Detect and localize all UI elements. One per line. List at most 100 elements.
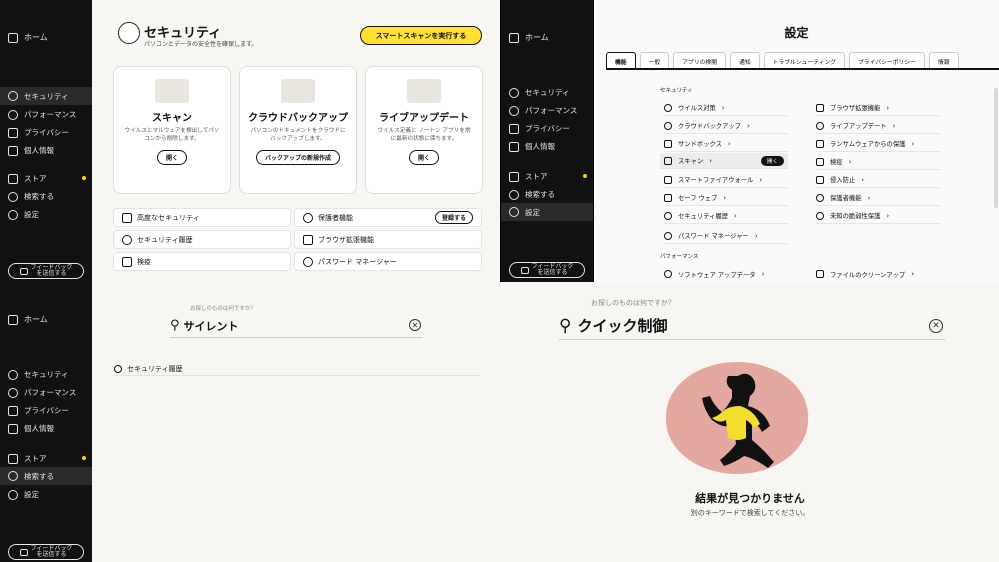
chat-icon [19, 267, 28, 275]
setting-ransomware[interactable]: ランサムウェアからの保護 › [816, 136, 940, 152]
search-input[interactable]: サイレント [184, 318, 239, 334]
chat-icon [19, 548, 28, 556]
family-icon [816, 193, 824, 202]
open-scan-pill[interactable]: 開く [760, 155, 784, 166]
sidebar-home[interactable]: ホーム [8, 314, 48, 325]
search-icon [8, 471, 18, 481]
tab-troubleshooting[interactable]: トラブルシューティング [763, 52, 846, 68]
row-quarantine[interactable]: 検疫 [113, 252, 291, 271]
setting-software-updater[interactable]: ソフトウェア アップデータ › [664, 266, 788, 282]
search-field[interactable]: ⚲ クイック制御 ✕ [559, 312, 945, 340]
section-heading-security: セキュリティ [660, 88, 693, 94]
row-advanced-security[interactable]: 高度なセキュリティ [113, 208, 291, 227]
row-parental[interactable]: 保護者機能 登録する [294, 208, 482, 227]
card-title: クラウドバックアップ [248, 113, 348, 124]
sidebar-item-settings[interactable]: 設定 [8, 489, 86, 500]
sidebar-item-performance[interactable]: パフォーマンス [8, 109, 86, 120]
clear-search-icon[interactable]: ✕ [409, 319, 421, 331]
sidebar-item-identity[interactable]: 個人情報 [509, 141, 587, 152]
sidebar-home[interactable]: ホーム [8, 32, 48, 43]
row-browser-extension[interactable]: ブラウザ拡張機能 [294, 230, 482, 249]
security-shield-icon [118, 22, 140, 44]
card-scan[interactable]: スキャン ウイルスとマルウェアを検出してパソコンから削除します。 開く [113, 66, 231, 194]
clear-search-icon[interactable]: ✕ [929, 319, 943, 333]
feedback-button[interactable]: フィードバック を送信する [8, 544, 84, 560]
sidebar-item-identity[interactable]: 個人情報 [8, 423, 86, 434]
search-field[interactable]: ⚲ サイレント ✕ [170, 314, 423, 338]
search-icon [8, 191, 18, 202]
no-results-panel: お探しのものは何ですか？ ⚲ クイック制御 ✕ 結果が見つかりません 別のキーワ… [501, 282, 999, 562]
tab-privacy-policy[interactable]: プライバシーポリシー [849, 52, 925, 68]
browser-icon [664, 193, 672, 202]
open-scan-button[interactable]: 開く [156, 150, 187, 165]
tab-general[interactable]: 一般 [639, 52, 670, 68]
settings-panel: 設定 機能 一般 アプリの検閲 通知 トラブルシューティング プライバシーポリシ… [594, 0, 999, 282]
card-cloud-backup[interactable]: クラウドバックアップ パソコンのドキュメントをクラウドにバックアップします。 バ… [239, 66, 357, 194]
tab-app-review[interactable]: アプリの検閲 [673, 52, 727, 68]
setting-file-cleanup[interactable]: ファイルのクリーンアップ › [816, 266, 940, 282]
feedback-button[interactable]: フィードバック を送信する [8, 263, 84, 279]
sidebar-item-performance[interactable]: パフォーマンス [8, 387, 86, 398]
id-icon [8, 423, 18, 434]
setting-smart-firewall[interactable]: スマートファイアウォール › [664, 172, 788, 188]
page-subtitle: パソコンとデータの安全性を確保します。 [144, 41, 258, 48]
setting-safe-web[interactable]: セーフ ウェブ › [664, 190, 788, 206]
new-backup-button[interactable]: バックアップの新規作成 [255, 150, 340, 165]
setting-antivirus[interactable]: ウイルス対策 › [664, 100, 788, 116]
setting-scan[interactable]: スキャン › 開く [660, 153, 788, 169]
shield-icon [664, 103, 672, 112]
feedback-button[interactable]: フィードバック を送信する [509, 262, 585, 278]
ransomware-icon [816, 139, 824, 148]
setting-live-update[interactable]: ライブアップデート › [816, 118, 940, 134]
setting-zero-day[interactable]: 未知の脆弱性保護 › [816, 208, 940, 224]
sidebar-item-store[interactable]: ストア [8, 453, 86, 464]
sidebar-home[interactable]: ホーム [509, 32, 549, 43]
card-live-update[interactable]: ライブアップデート ウイルス定義と ノートン アプリを常に最新の状態に保ちます。… [365, 66, 483, 194]
setting-quarantine[interactable]: 検疫 › [816, 154, 940, 170]
gear-icon [8, 489, 18, 500]
person-figure-icon [702, 373, 774, 468]
row-password-manager[interactable]: パスワード マネージャー [294, 252, 482, 271]
smart-scan-button[interactable]: スマートスキャンを実行する [360, 26, 482, 45]
chevron-right-icon: › [721, 103, 725, 112]
sidebar-item-privacy[interactable]: プライバシー [8, 127, 86, 138]
settings-tabs: 機能 一般 アプリの検閲 通知 トラブルシューティング プライバシーポリシー 情… [606, 52, 999, 70]
setting-browser-extension[interactable]: ブラウザ拡張機能 › [816, 100, 940, 116]
setting-security-history[interactable]: セキュリティ履歴 › [664, 208, 788, 224]
search-input[interactable]: クイック制御 [577, 315, 667, 336]
sidebar-item-search[interactable]: 検索する [509, 189, 587, 200]
gauge-icon [8, 387, 18, 398]
sidebar-item-store[interactable]: ストア [509, 171, 587, 182]
sidebar: ホーム セキュリティ パフォーマンス プライバシー 個人情報 ストア 検索する … [501, 0, 593, 282]
setting-password-manager[interactable]: パスワード マネージャー › [664, 228, 788, 244]
tab-notifications[interactable]: 通知 [730, 52, 760, 68]
open-update-button[interactable]: 開く [408, 150, 439, 165]
setting-intrusion-prevention[interactable]: 侵入防止 › [816, 172, 940, 188]
setting-cloud-backup[interactable]: クラウドバックアップ › [664, 118, 788, 134]
scan-illustration-icon [155, 79, 189, 103]
setting-sandbox[interactable]: サンドボックス › [664, 136, 788, 152]
sidebar-item-store[interactable]: ストア [8, 173, 86, 184]
sidebar-item-security[interactable]: セキュリティ [8, 369, 86, 380]
sidebar-item-search[interactable]: 検索する [0, 467, 92, 485]
search-result-item[interactable]: セキュリティ履歴 [114, 362, 480, 376]
sidebar-item-security[interactable]: セキュリティ [0, 87, 92, 105]
setting-parental[interactable]: 保護者機能 › [816, 190, 940, 206]
sidebar-item-security[interactable]: セキュリティ [509, 87, 587, 98]
scrollbar[interactable] [994, 88, 998, 208]
sidebar-item-settings[interactable]: 設定 [8, 209, 86, 220]
row-security-history[interactable]: セキュリティ履歴 [113, 230, 291, 249]
sidebar: ホーム セキュリティ パフォーマンス プライバシー 個人情報 ストア 検索する … [0, 0, 92, 282]
sidebar-item-settings[interactable]: 設定 [501, 203, 593, 221]
tab-features[interactable]: 機能 [606, 52, 636, 68]
register-button[interactable]: 登録する [434, 211, 473, 224]
sidebar-item-identity[interactable]: 個人情報 [8, 145, 86, 156]
sidebar-item-performance[interactable]: パフォーマンス [509, 105, 587, 116]
sidebar-item-search[interactable]: 検索する [8, 191, 86, 202]
card-title: ライブアップデート [379, 113, 469, 124]
tab-about[interactable]: 情報 [928, 52, 959, 68]
vulnerability-icon [816, 211, 824, 220]
sidebar-item-privacy[interactable]: プライバシー [8, 405, 86, 416]
puzzle-icon [816, 103, 824, 112]
sidebar-item-privacy[interactable]: プライバシー [509, 123, 587, 134]
